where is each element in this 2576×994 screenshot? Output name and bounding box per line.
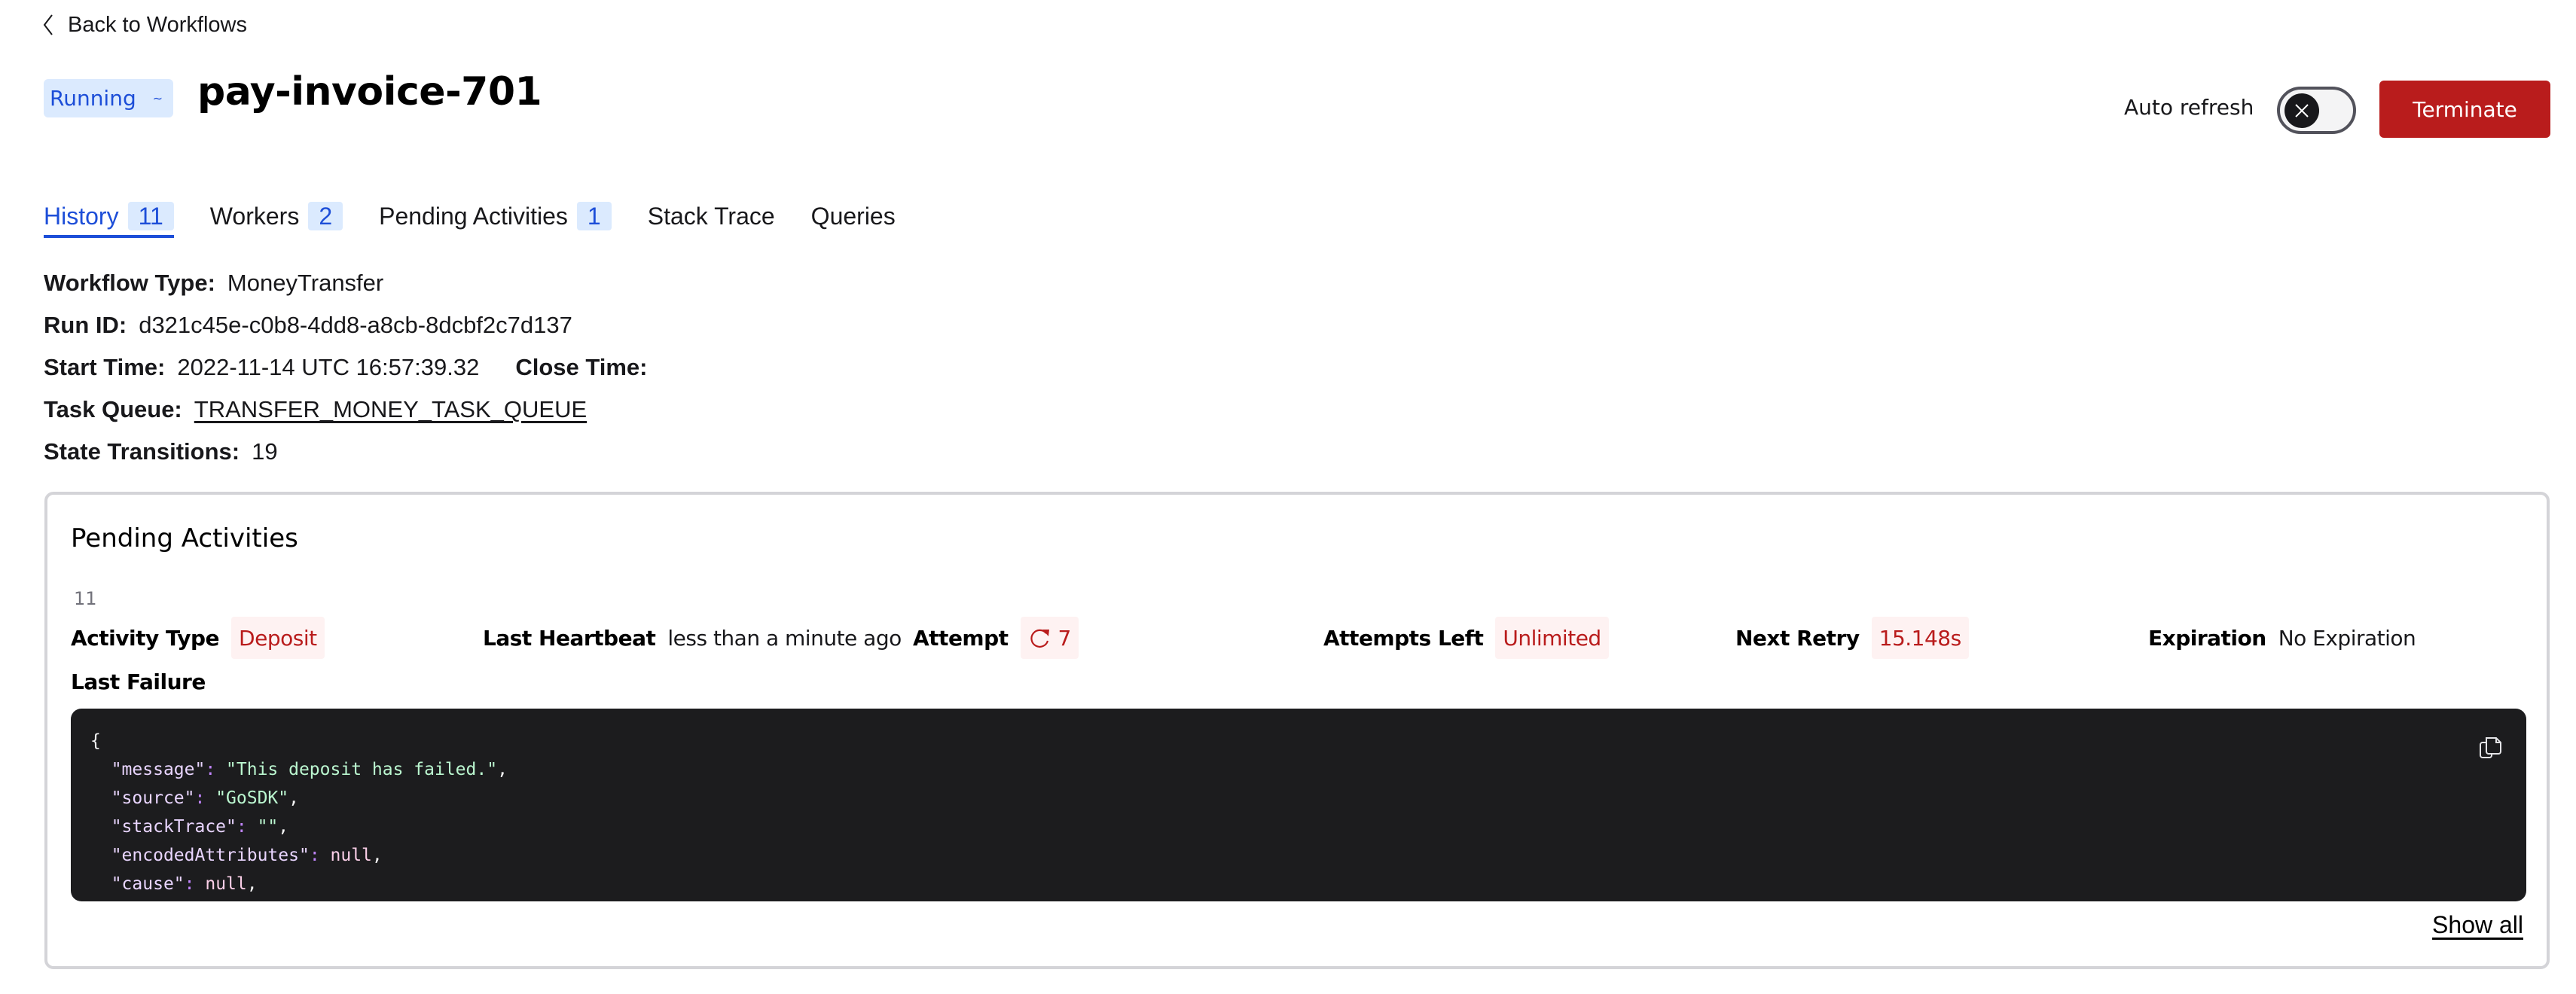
code-line: "source": "GoSDK", [111, 788, 299, 808]
tab-stack-trace[interactable]: Stack Trace [648, 200, 775, 232]
detail-label: State Transitions: [44, 438, 240, 465]
workflow-tabs: History 11 Workers 2 Pending Activities … [44, 200, 932, 238]
attempts-left-badge: Unlimited [1495, 617, 1609, 659]
detail-label: Start Time: [44, 354, 166, 380]
tab-label: Pending Activities [379, 202, 568, 230]
code-value: "" [257, 817, 279, 837]
copy-icon [2480, 737, 2501, 758]
detail-task-queue: Task Queue: TRANSFER_MONEY_TASK_QUEUE [44, 389, 660, 431]
tab-count-badge: 2 [308, 202, 343, 230]
card-title: Pending Activities [71, 523, 298, 553]
chevron-down-icon: ∼ [152, 91, 163, 105]
activity-id: 11 [74, 588, 97, 609]
code-content: { "message": "This deposit has failed.",… [90, 727, 508, 898]
code-value: null [205, 874, 247, 894]
pending-activities-card: Pending Activities 11 Activity Type Depo… [44, 492, 2550, 969]
code-key: "source" [111, 788, 195, 808]
status-badge[interactable]: Running ∼ [44, 79, 173, 117]
field-label: Attempts Left [1323, 625, 1484, 651]
detail-run-id: Run ID: d321c45e-c0b8-4dd8-a8cb-8dcbf2c7… [44, 304, 660, 346]
field-attempt: Attempt 7 [913, 617, 1079, 659]
tab-label: Workers [209, 202, 300, 230]
workflow-details: Workflow Type: MoneyTransfer Run ID: d32… [44, 262, 660, 473]
tab-queries[interactable]: Queries [811, 200, 896, 232]
field-expiration: Expiration No Expiration [2148, 617, 2416, 659]
back-to-workflows-link[interactable]: Back to Workflows [42, 9, 247, 41]
back-link-label: Back to Workflows [68, 12, 247, 37]
show-all-link[interactable]: Show all [2432, 911, 2523, 939]
tab-count-badge: 11 [127, 202, 174, 230]
detail-value: 19 [252, 438, 278, 465]
chevron-left-icon [43, 14, 53, 35]
copy-button[interactable] [2478, 735, 2504, 761]
terminate-button[interactable]: Terminate [2379, 81, 2550, 138]
detail-label: Run ID: [44, 312, 127, 338]
detail-value: d321c45e-c0b8-4dd8-a8cb-8dcbf2c7d137 [139, 312, 572, 338]
status-label: Running [50, 86, 136, 111]
page-title: pay-invoice-701 [197, 69, 542, 114]
activity-type-badge: Deposit [231, 617, 325, 659]
code-line: "stackTrace": "", [111, 817, 289, 837]
detail-workflow-type: Workflow Type: MoneyTransfer [44, 262, 660, 304]
tab-pending-activities[interactable]: Pending Activities 1 [379, 200, 612, 232]
code-key: "stackTrace" [111, 817, 237, 837]
code-key: "encodedAttributes" [111, 846, 310, 865]
field-label: Last Heartbeat [483, 625, 656, 651]
retry-icon [1030, 629, 1049, 648]
toggle-knob [2285, 93, 2319, 128]
detail-label: Task Queue: [44, 396, 182, 422]
detail-value: 2022-11-14 UTC 16:57:39.32 [177, 354, 480, 380]
code-open-brace: { [90, 731, 101, 751]
code-value: "GoSDK" [215, 788, 289, 808]
tab-history[interactable]: History 11 [44, 200, 174, 238]
next-retry-badge: 15.148s [1871, 617, 1969, 659]
tab-workers[interactable]: Workers 2 [210, 200, 343, 232]
field-label: Next Retry [1735, 625, 1860, 651]
field-next-retry: Next Retry 15.148s [1735, 617, 1969, 659]
task-queue-link[interactable]: TRANSFER_MONEY_TASK_QUEUE [194, 396, 587, 423]
detail-label: Workflow Type: [44, 270, 215, 296]
field-attempts-left: Attempts Left Unlimited [1323, 617, 1609, 659]
code-key: "message" [111, 760, 206, 779]
auto-refresh-label: Auto refresh [2124, 95, 2254, 120]
tab-count-badge: 1 [576, 202, 612, 230]
field-label: Expiration [2148, 625, 2266, 651]
code-line: "message": "This deposit has failed.", [111, 760, 508, 779]
attempt-value: 7 [1058, 625, 1072, 651]
detail-times: Start Time: 2022-11-14 UTC 16:57:39.32 C… [44, 346, 660, 389]
code-line: "encodedAttributes": null, [111, 846, 383, 865]
detail-value: MoneyTransfer [227, 270, 384, 296]
tab-label: Stack Trace [647, 202, 775, 230]
last-failure-label: Last Failure [71, 669, 206, 694]
field-label: Activity Type [71, 625, 220, 651]
field-value: No Expiration [2278, 625, 2416, 651]
close-icon [2295, 104, 2309, 117]
code-key: "cause" [111, 874, 185, 894]
tab-label: Queries [810, 202, 896, 230]
code-value: "This deposit has failed." [226, 760, 498, 779]
field-last-heartbeat: Last Heartbeat less than a minute ago [483, 617, 902, 659]
code-value: null [330, 846, 372, 865]
detail-state-transitions: State Transitions: 19 [44, 431, 660, 473]
code-line: "cause": null, [111, 874, 258, 894]
last-failure-code-block[interactable]: { "message": "This deposit has failed.",… [71, 709, 2526, 901]
auto-refresh-toggle[interactable] [2277, 87, 2356, 134]
attempt-badge: 7 [1020, 617, 1079, 659]
field-label: Attempt [913, 625, 1009, 651]
field-activity-type: Activity Type Deposit [71, 617, 325, 659]
tab-label: History [44, 202, 119, 230]
detail-label: Close Time: [515, 354, 648, 380]
field-value: less than a minute ago [667, 625, 902, 651]
